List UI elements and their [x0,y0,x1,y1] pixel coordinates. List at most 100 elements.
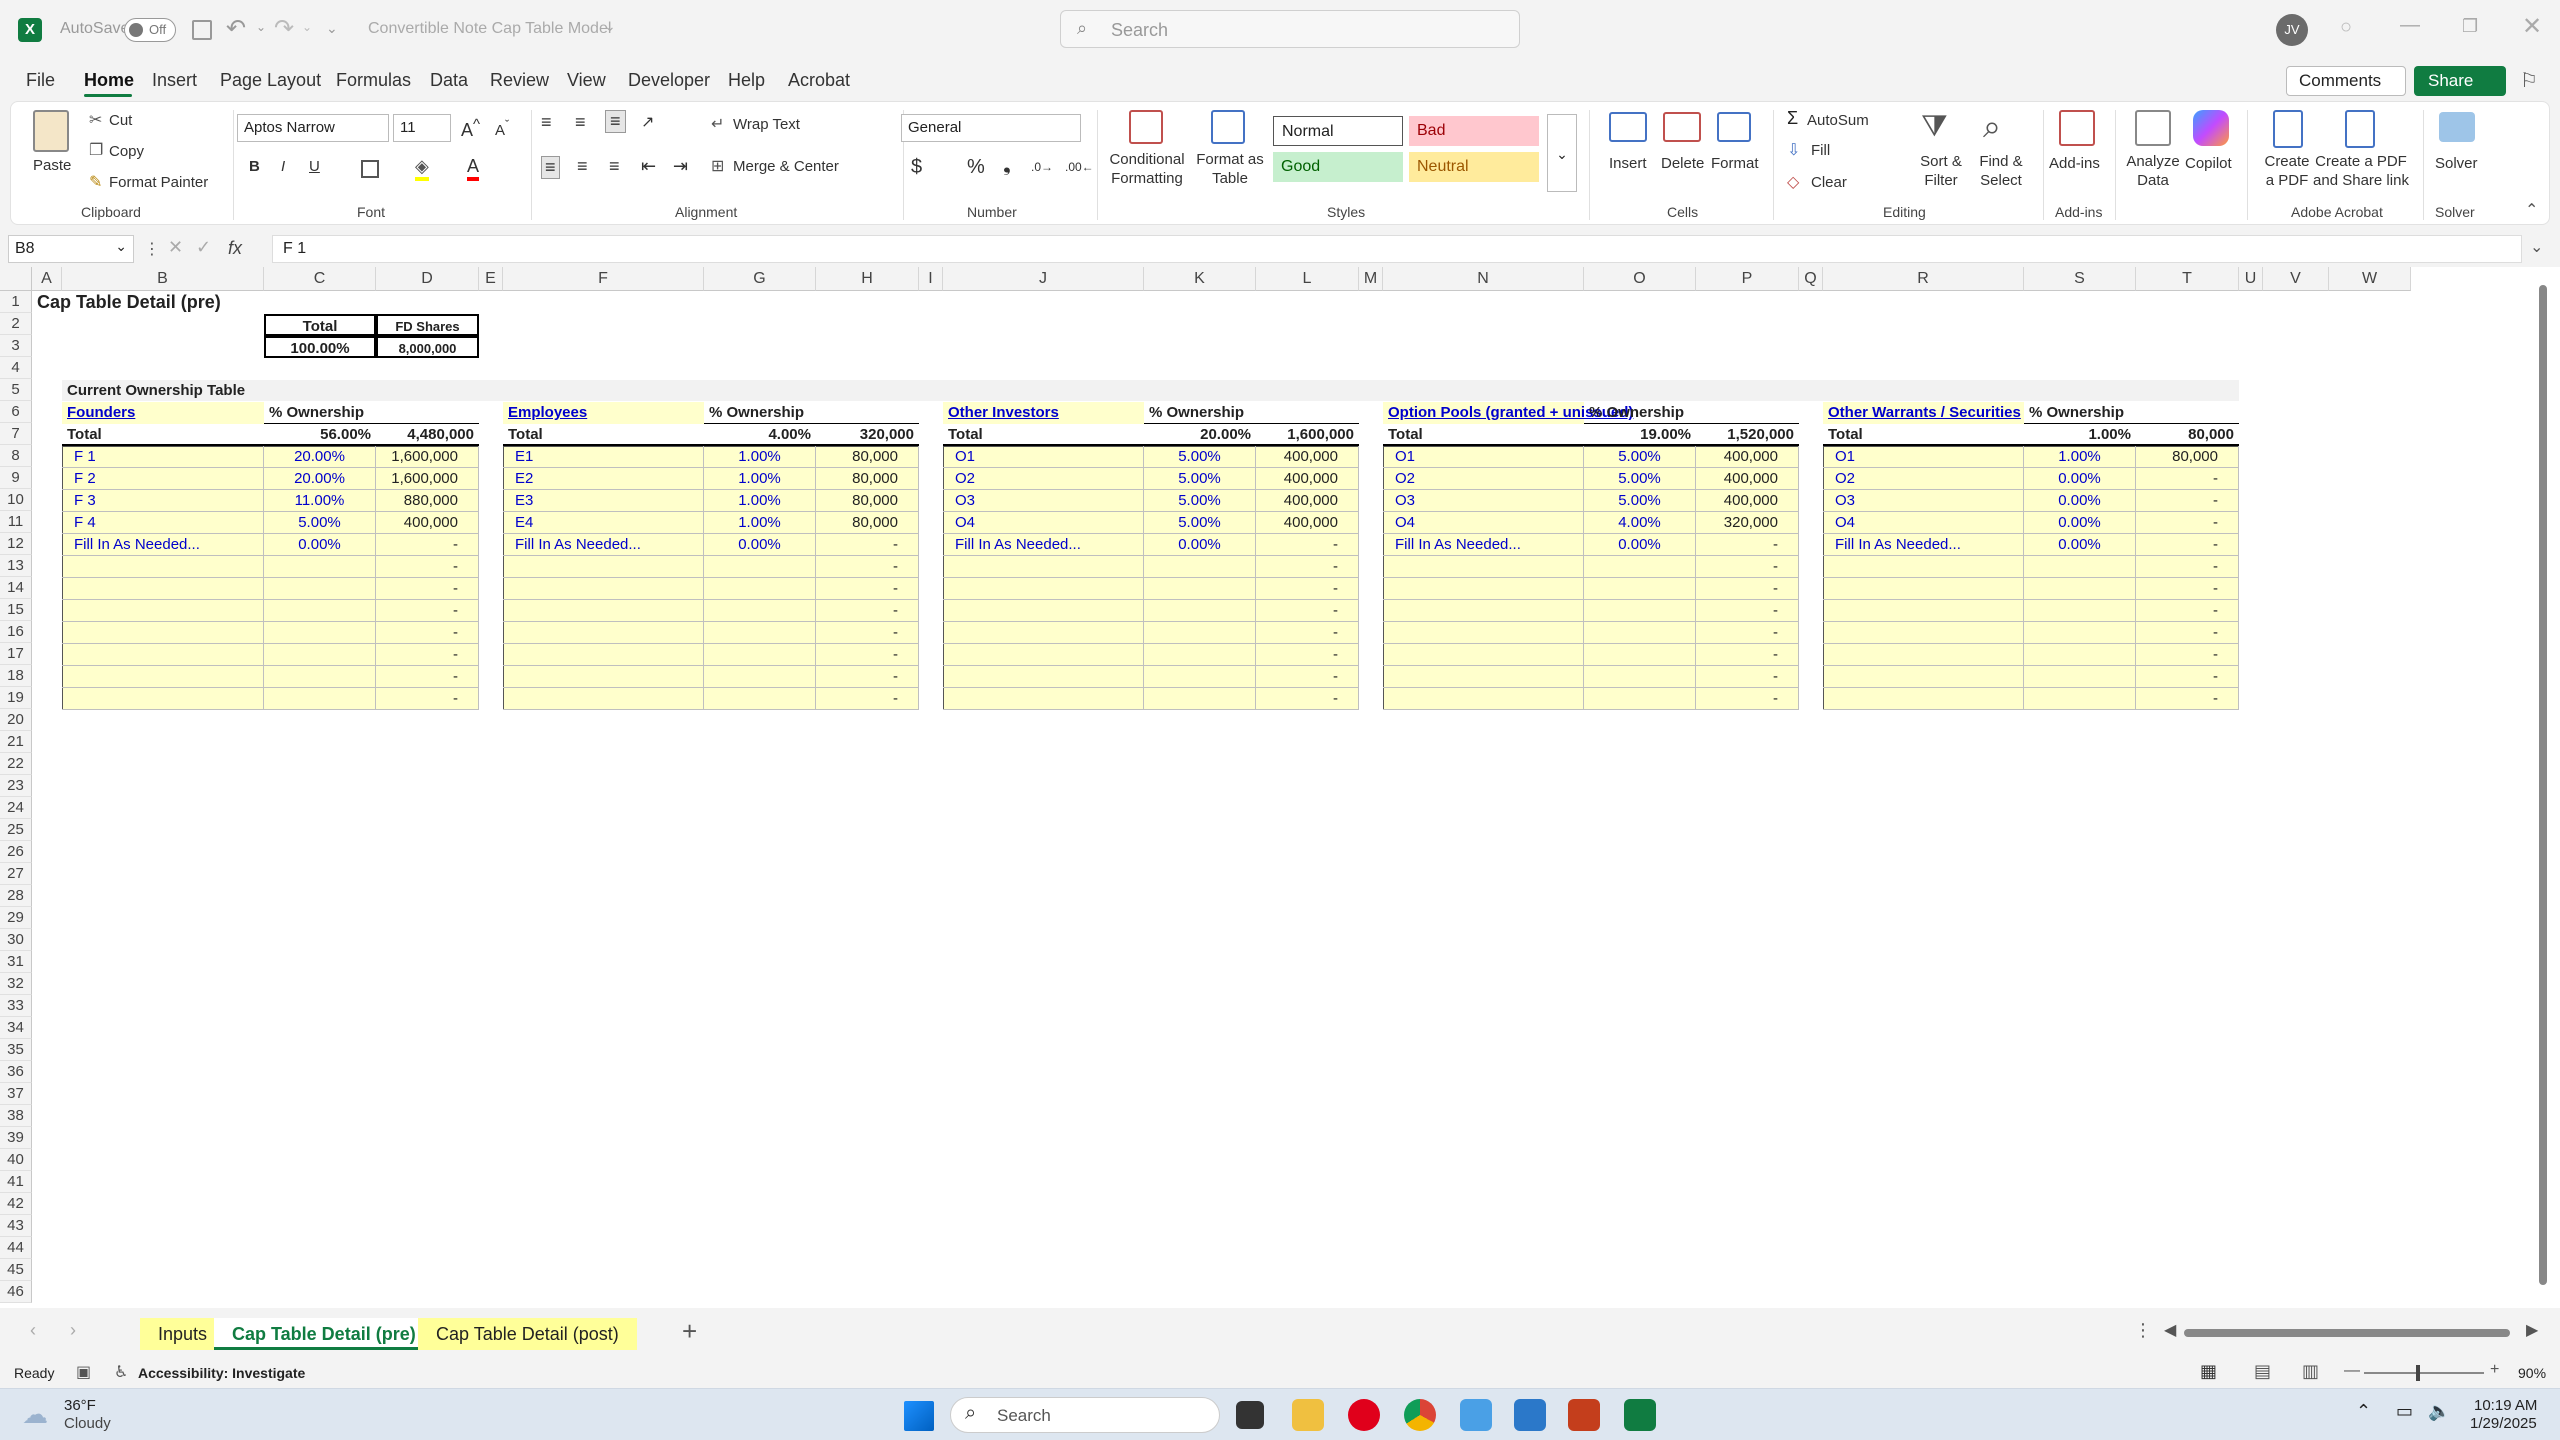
tab-data[interactable]: Data [430,70,468,91]
holder-name[interactable]: Fill In As Needed... [1823,534,2024,556]
holder-pct[interactable] [264,622,376,644]
holder-pct[interactable] [2024,600,2136,622]
row-header[interactable]: 17 [0,643,32,665]
holder-shares[interactable]: - [1256,666,1359,688]
holder-name[interactable]: Fill In As Needed... [943,534,1144,556]
holder-name[interactable] [62,556,264,578]
excel-taskbar-icon[interactable] [1624,1399,1656,1431]
holder-shares[interactable]: - [816,688,919,710]
total-label[interactable]: Total [1823,424,2024,446]
decrease-decimal-icon[interactable]: .00← [1065,160,1094,174]
holder-name[interactable] [943,688,1144,710]
page-break-view-icon[interactable]: ▥ [2302,1361,2319,1382]
align-right-icon[interactable]: ≡ [609,156,620,177]
holder-pct[interactable] [1584,688,1696,710]
row-header[interactable]: 12 [0,533,32,555]
holder-pct[interactable] [1144,556,1256,578]
holder-name[interactable]: E4 [503,512,704,534]
column-header[interactable]: B [62,267,264,291]
holder-shares[interactable]: - [376,578,479,600]
holder-pct[interactable] [264,688,376,710]
row-header[interactable]: 15 [0,599,32,621]
holder-shares[interactable]: - [376,534,479,556]
holder-name[interactable] [943,666,1144,688]
holder-name[interactable]: O3 [1383,490,1584,512]
close-icon[interactable]: ✕ [2522,12,2542,41]
minimize-icon[interactable]: — [2400,14,2420,37]
vertical-scrollbar[interactable] [2538,277,2548,1297]
conditional-formatting-button[interactable]: Conditional Formatting [1107,150,1187,188]
next-sheet-icon[interactable]: › [70,1320,76,1341]
row-header[interactable]: 33 [0,995,32,1017]
holder-name[interactable] [503,688,704,710]
format-as-table-button[interactable]: Format as Table [1195,150,1265,188]
holder-name[interactable]: Fill In As Needed... [1383,534,1584,556]
holder-name[interactable] [503,622,704,644]
holder-shares[interactable]: - [1696,644,1799,666]
holder-pct[interactable]: 1.00% [704,446,816,468]
holder-pct[interactable] [1584,556,1696,578]
document-title[interactable]: Convertible Note Cap Table Model [368,20,611,38]
holder-shares[interactable]: 400,000 [1256,468,1359,490]
cut-button[interactable]: Cut [109,112,132,129]
holder-name[interactable]: O2 [943,468,1144,490]
total-pct[interactable]: 1.00% [2024,424,2136,446]
weather-icon[interactable]: ☁ [22,1399,48,1430]
row-header[interactable]: 40 [0,1149,32,1171]
holder-pct[interactable]: 5.00% [1144,490,1256,512]
holder-name[interactable] [1823,644,2024,666]
windows-start-icon[interactable] [904,1401,934,1431]
zoom-slider-thumb[interactable] [2416,1365,2420,1381]
holder-pct[interactable] [1144,666,1256,688]
total-shares[interactable]: 80,000 [2136,424,2239,446]
powerpoint-icon[interactable] [1568,1399,1600,1431]
holder-shares[interactable]: - [816,534,919,556]
summary-total-header[interactable]: Total [264,314,376,336]
holder-pct[interactable] [1144,600,1256,622]
holder-shares[interactable]: - [376,600,479,622]
holder-pct[interactable] [264,644,376,666]
sheet-tab-inputs[interactable]: Inputs [140,1318,226,1350]
holder-shares[interactable]: - [1256,688,1359,710]
holder-shares[interactable]: - [816,556,919,578]
row-header[interactable]: 46 [0,1281,32,1303]
row-header[interactable]: 39 [0,1127,32,1149]
total-label[interactable]: Total [62,424,264,446]
prev-sheet-icon[interactable]: ‹ [30,1320,36,1341]
holder-pct[interactable] [264,578,376,600]
holder-shares[interactable]: - [1696,600,1799,622]
orientation-icon[interactable]: ↗ [641,112,654,132]
wrap-text-button[interactable]: Wrap Text [733,116,800,133]
holder-shares[interactable]: - [2136,622,2239,644]
holder-shares[interactable]: - [2136,512,2239,534]
holder-pct[interactable] [1584,622,1696,644]
holder-name[interactable]: O3 [943,490,1144,512]
holder-pct[interactable] [264,666,376,688]
holder-shares[interactable]: - [376,688,479,710]
pct-ownership-header[interactable]: % Ownership [2024,402,2239,424]
zoom-slider[interactable] [2364,1365,2484,1381]
holder-pct[interactable]: 1.00% [704,490,816,512]
holder-name[interactable]: O1 [1383,446,1584,468]
holder-shares[interactable]: - [816,644,919,666]
holder-shares[interactable]: - [1696,534,1799,556]
holder-name[interactable] [943,578,1144,600]
holder-name[interactable]: F 1 [62,446,264,468]
row-header[interactable]: 32 [0,973,32,995]
holder-name[interactable] [503,556,704,578]
holder-shares[interactable]: - [816,578,919,600]
fill-button[interactable]: Fill [1811,142,1830,159]
holder-pct[interactable] [1144,622,1256,644]
row-header[interactable]: 25 [0,819,32,841]
addins-button[interactable]: Add-ins [2049,154,2100,173]
holder-name[interactable]: E1 [503,446,704,468]
holder-name[interactable] [1383,688,1584,710]
holder-shares[interactable]: - [1696,556,1799,578]
column-header[interactable]: U [2239,267,2263,291]
holder-pct[interactable]: 20.00% [264,446,376,468]
summary-fd-shares[interactable]: 8,000,000 [376,336,479,358]
holder-pct[interactable]: 11.00% [264,490,376,512]
column-header[interactable]: R [1823,267,2024,291]
accessibility-status[interactable]: Accessibility: Investigate [138,1365,305,1381]
font-name-select[interactable]: Aptos Narrow [237,114,389,142]
